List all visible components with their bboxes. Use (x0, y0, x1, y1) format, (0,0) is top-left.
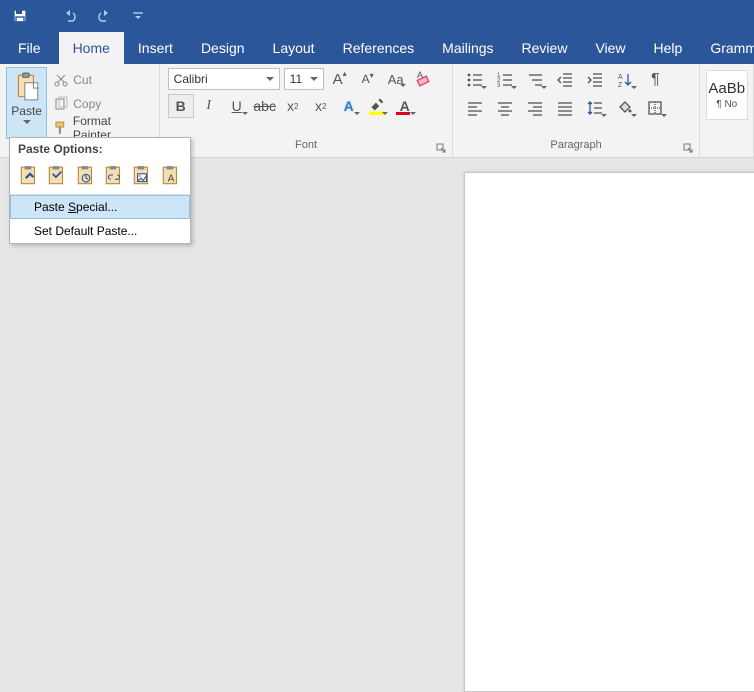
align-center-icon (496, 99, 514, 117)
justify-icon (556, 99, 574, 117)
bullet-list-icon (466, 71, 484, 89)
svg-text:A: A (167, 174, 174, 185)
multilevel-list-button[interactable] (521, 68, 549, 92)
decrease-indent-button[interactable] (551, 68, 579, 92)
tab-grammarly[interactable]: Grammarly (696, 32, 754, 64)
tab-layout[interactable]: Layout (259, 32, 329, 64)
indent-icon (586, 71, 604, 89)
svg-text:A: A (618, 74, 623, 81)
format-painter-button[interactable]: Format Painter (51, 117, 152, 139)
sort-button[interactable]: AZ (611, 68, 639, 92)
paintbrush-icon (53, 120, 69, 136)
outdent-icon (556, 71, 574, 89)
borders-button[interactable] (641, 96, 669, 120)
numbered-list-icon: 123 (496, 71, 514, 89)
ribbon-tabs: File Home Insert Design Layout Reference… (0, 32, 754, 64)
tab-review[interactable]: Review (508, 32, 582, 64)
cut-button[interactable]: Cut (51, 69, 152, 91)
text-effects-button[interactable]: A (336, 94, 362, 118)
group-label-paragraph: Paragraph (453, 139, 698, 157)
paste-label: Paste (11, 104, 42, 118)
tab-view[interactable]: View (581, 32, 639, 64)
align-right-icon (526, 99, 544, 117)
align-center-button[interactable] (491, 96, 519, 120)
font-color-button[interactable]: A (392, 94, 418, 118)
chevron-down-icon (310, 77, 318, 81)
line-spacing-icon (586, 99, 604, 117)
bullets-button[interactable] (461, 68, 489, 92)
save-button[interactable] (8, 4, 32, 28)
tab-help[interactable]: Help (640, 32, 697, 64)
paste-merge-formatting[interactable] (46, 164, 68, 188)
paste-options-header: Paste Options: (10, 138, 190, 160)
svg-text:3: 3 (497, 83, 501, 89)
borders-icon (646, 99, 664, 117)
line-spacing-button[interactable] (581, 96, 609, 120)
font-dialog-launcher[interactable] (436, 143, 448, 155)
shading-button[interactable] (611, 96, 639, 120)
style-normal[interactable]: AaBb ¶ No (706, 70, 748, 120)
paint-bucket-icon (616, 99, 634, 117)
scissors-icon (53, 72, 69, 88)
clipboard-paste-icon (12, 70, 42, 104)
redo-button[interactable] (92, 4, 116, 28)
paste-special-item[interactable]: Paste Special... (10, 195, 190, 219)
tab-file[interactable]: File (0, 32, 59, 64)
shrink-font-button[interactable]: A▾ (356, 68, 380, 90)
paragraph-dialog-launcher[interactable] (683, 143, 695, 155)
paste-picture[interactable] (131, 164, 153, 188)
underline-button[interactable]: U (224, 94, 250, 118)
highlight-button[interactable] (364, 94, 390, 118)
paste-link[interactable] (103, 164, 125, 188)
group-label-font: Font (160, 139, 453, 157)
document-page[interactable] (464, 172, 754, 692)
highlighter-icon (367, 96, 387, 116)
eraser-icon: A (415, 70, 433, 88)
font-size-combobox[interactable]: 11 (284, 68, 324, 90)
copy-icon (53, 96, 69, 112)
tab-mailings[interactable]: Mailings (428, 32, 507, 64)
tab-design[interactable]: Design (187, 32, 259, 64)
svg-text:Z: Z (618, 82, 623, 89)
increase-indent-button[interactable] (581, 68, 609, 92)
align-right-button[interactable] (521, 96, 549, 120)
align-left-button[interactable] (461, 96, 489, 120)
subscript-button[interactable]: x2 (280, 94, 306, 118)
paste-button[interactable]: Paste (6, 67, 47, 139)
svg-text:A: A (417, 70, 423, 80)
strikethrough-button[interactable]: abc (252, 94, 278, 118)
chevron-down-icon (266, 77, 274, 81)
paste-use-destination-styles[interactable] (75, 164, 97, 188)
tab-home[interactable]: Home (59, 32, 124, 64)
justify-button[interactable] (551, 96, 579, 120)
paste-text-only[interactable]: A (160, 164, 182, 188)
chevron-down-icon (23, 120, 31, 124)
group-paragraph: 123 AZ ¶ Paragraph (453, 64, 699, 157)
bold-button[interactable]: B (168, 94, 194, 118)
undo-button[interactable] (58, 4, 82, 28)
numbering-button[interactable]: 123 (491, 68, 519, 92)
paste-options-dropdown: Paste Options: A Paste Special... Set De… (9, 137, 191, 244)
grow-font-button[interactable]: A▴ (328, 68, 352, 90)
font-name-combobox[interactable]: Calibri (168, 68, 280, 90)
group-font: Calibri 11 A▴ A▾ Aa A B I U abc x2 x2 A (160, 64, 454, 157)
group-styles: AaBb ¶ No (700, 64, 754, 157)
tab-references[interactable]: References (329, 32, 429, 64)
clear-formatting-button[interactable]: A (412, 68, 436, 90)
italic-button[interactable]: I (196, 94, 222, 118)
sort-icon: AZ (616, 71, 634, 89)
show-marks-button[interactable]: ¶ (641, 68, 669, 92)
change-case-button[interactable]: Aa (384, 68, 408, 90)
copy-button[interactable]: Copy (51, 93, 152, 115)
qat-customize-button[interactable] (126, 4, 150, 28)
paste-keep-source-formatting[interactable] (18, 164, 40, 188)
tab-insert[interactable]: Insert (124, 32, 187, 64)
quick-access-toolbar (0, 0, 754, 32)
align-left-icon (466, 99, 484, 117)
set-default-paste-item[interactable]: Set Default Paste... (10, 219, 190, 243)
multilevel-list-icon (526, 71, 544, 89)
superscript-button[interactable]: x2 (308, 94, 334, 118)
